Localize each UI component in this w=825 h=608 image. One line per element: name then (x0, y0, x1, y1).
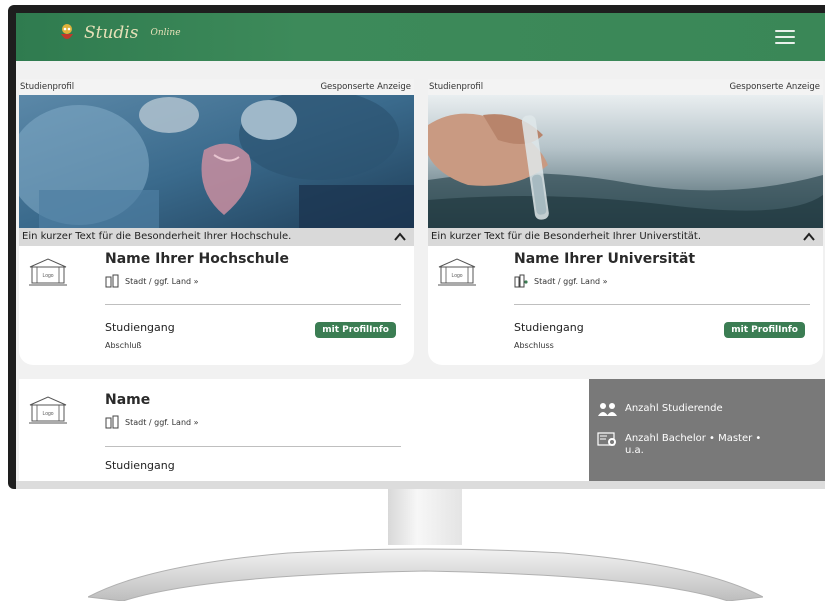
institution-name[interactable]: Name Ihrer Hochschule (105, 251, 289, 267)
stats-panel: Anzahl Studierende Anzahl Bachelor • Mas… (589, 379, 825, 481)
logo-subtext: Online (150, 28, 181, 38)
degree-label: Abschluß (105, 341, 142, 350)
caption-text: Ein kurzer Text für die Besonderheit Ihr… (431, 231, 702, 242)
city-pin-icon (514, 274, 528, 288)
monitor-frame: Studis Online Studienprofil Gesponserte … (8, 5, 825, 489)
owl-logo-icon (61, 24, 73, 39)
logo-text: Studis (84, 23, 139, 43)
card-caption: Ein kurzer Text für die Besonderheit Ihr… (19, 228, 414, 246)
degree-label: Abschluss (514, 341, 554, 350)
city-icon (105, 274, 119, 288)
monitor-bezel (16, 481, 825, 489)
stat-students-text: Anzahl Studierende (625, 403, 723, 414)
people-icon (598, 403, 617, 416)
hamburger-icon[interactable] (775, 30, 795, 44)
divider (514, 304, 810, 305)
surgery-heart-photo (19, 95, 414, 228)
location-text: Stadt / ggf. Land » (534, 276, 608, 286)
card-top-row: Studienprofil Gesponserte Anzeige (19, 79, 414, 95)
monitor-stand-neck (388, 489, 462, 545)
location-link[interactable]: Stadt / ggf. Land » (105, 274, 199, 288)
stat-degrees: Anzahl Bachelor • Master • u.a. (597, 431, 775, 457)
divider (105, 446, 401, 447)
institution-name[interactable]: Name (105, 392, 150, 408)
building-logo-icon: Logo (29, 258, 67, 286)
chevron-up-icon[interactable] (394, 232, 406, 242)
card-top-row: Studienprofil Gesponserte Anzeige (428, 79, 823, 95)
monitor-stand-base (88, 548, 763, 601)
divider (105, 304, 401, 305)
building-logo-icon: Logo (438, 258, 476, 286)
location-link[interactable]: Stadt / ggf. Land » (514, 274, 608, 288)
site-header: Studis Online (16, 13, 825, 61)
water-sample-tube-photo (428, 95, 823, 228)
stat-degrees-text: Anzahl Bachelor • Master • u.a. (625, 433, 762, 456)
sponsored-label: Gesponserte Anzeige (729, 82, 820, 92)
sponsored-label: Gesponserte Anzeige (320, 82, 411, 92)
location-text: Stadt / ggf. Land » (125, 417, 199, 427)
certificate-icon (597, 432, 616, 446)
city-icon (105, 415, 119, 429)
institution-name[interactable]: Name Ihrer Universität (514, 251, 695, 267)
course-label: Studiengang (514, 321, 584, 334)
svg-text:Logo: Logo (451, 273, 462, 279)
profile-card-universitaet[interactable]: Studienprofil Gesponserte Anzeige Ein ku… (428, 79, 823, 365)
stat-students: Anzahl Studierende (597, 401, 775, 419)
chevron-up-icon[interactable] (803, 232, 815, 242)
screen: Studis Online Studienprofil Gesponserte … (16, 13, 825, 481)
svg-text:Logo: Logo (42, 411, 53, 417)
card-caption: Ein kurzer Text für die Besonderheit Ihr… (428, 228, 823, 246)
profile-label: Studienprofil (20, 82, 75, 92)
location-link[interactable]: Stadt / ggf. Land » (105, 415, 199, 429)
course-label: Studiengang (105, 321, 175, 334)
profile-label: Studienprofil (429, 82, 484, 92)
site-logo[interactable]: Studis Online (58, 22, 181, 44)
svg-text:Logo: Logo (42, 273, 53, 279)
profile-card-hochschule[interactable]: Studienprofil Gesponserte Anzeige Ein ku… (19, 79, 414, 365)
profile-card-generic[interactable]: Logo Name Stadt / ggf. Land » Studiengan… (19, 379, 593, 481)
course-label: Studiengang (105, 459, 175, 472)
profil-info-button[interactable]: mit ProfilInfo (315, 322, 396, 338)
building-logo-icon: Logo (29, 396, 67, 424)
profil-info-button[interactable]: mit ProfilInfo (724, 322, 805, 338)
location-text: Stadt / ggf. Land » (125, 276, 199, 286)
caption-text: Ein kurzer Text für die Besonderheit Ihr… (22, 231, 292, 242)
